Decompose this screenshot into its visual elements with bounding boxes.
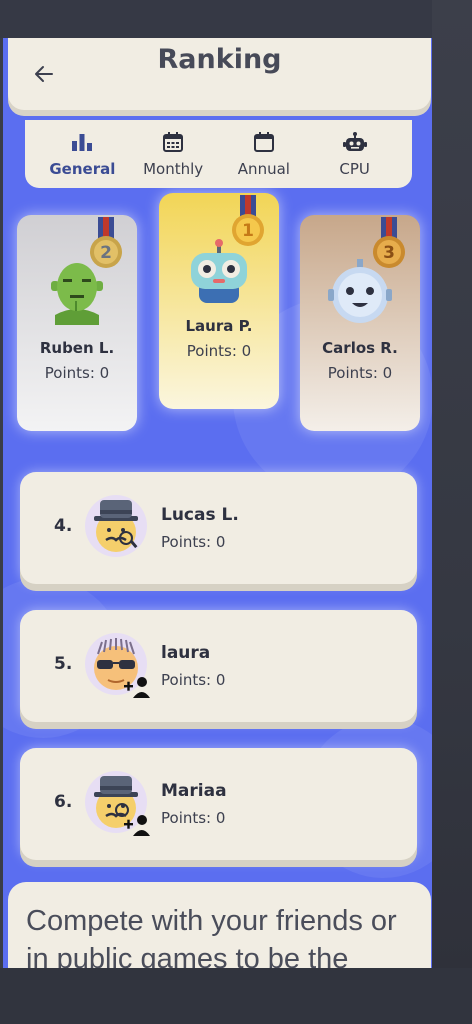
podium-card-first[interactable]: 1 Laura P. Points: 0 xyxy=(159,193,279,409)
add-friend-icon[interactable] xyxy=(124,676,150,698)
promo-text: Compete with your friends or in public g… xyxy=(26,905,397,968)
tab-label: CPU xyxy=(339,160,370,178)
player-points: Points: 0 xyxy=(186,342,252,360)
player-name: Lucas L. xyxy=(161,505,239,525)
add-friend-icon[interactable] xyxy=(124,814,150,836)
rank-number: 5. xyxy=(54,654,73,674)
player-name: Mariaa xyxy=(161,781,227,801)
background-panel xyxy=(432,0,472,1024)
ranking-row-4[interactable]: 4. Lucas L. Points: 0 xyxy=(20,472,417,584)
promo-caption: Compete with your friends or in public g… xyxy=(8,882,431,968)
player-name: Ruben L. xyxy=(39,339,115,357)
calendar-icon xyxy=(253,130,275,154)
bar-chart-icon xyxy=(71,130,93,154)
player-points: Points: 0 xyxy=(161,809,226,827)
ranking-screen: Ranking General Monthly Annual CPU 2 Rub… xyxy=(3,38,432,968)
status-area xyxy=(0,0,472,38)
player-points: Points: 0 xyxy=(161,671,226,689)
tab-general[interactable]: General xyxy=(42,130,122,178)
player-points: Points: 0 xyxy=(327,364,393,382)
tab-monthly[interactable]: Monthly xyxy=(133,130,213,178)
page-title: Ranking xyxy=(157,44,282,75)
tab-bar: General Monthly Annual CPU xyxy=(25,120,412,188)
robot-blue-avatar xyxy=(328,259,392,323)
player-name: Laura P. xyxy=(185,317,253,335)
bottom-area xyxy=(0,968,472,1024)
rank-number: 6. xyxy=(54,792,73,812)
tab-annual[interactable]: Annual xyxy=(224,130,304,178)
tab-label: Monthly xyxy=(143,160,204,178)
podium-card-second[interactable]: 2 Ruben L. Points: 0 xyxy=(17,215,137,431)
podium-card-third[interactable]: 3 Carlos R. Points: 0 xyxy=(300,215,420,431)
ranking-row-6[interactable]: 6. Mariaa Points: 0 xyxy=(20,748,417,860)
calendar-grid-icon xyxy=(162,130,184,154)
tab-label: Annual xyxy=(237,160,290,178)
player-name: laura xyxy=(161,643,211,663)
rank-number: 4. xyxy=(54,516,73,536)
player-points: Points: 0 xyxy=(44,364,110,382)
detective-avatar xyxy=(85,495,147,557)
player-points: Points: 0 xyxy=(161,533,226,551)
zombie-avatar xyxy=(51,263,103,325)
tab-label: General xyxy=(49,160,116,178)
robot-icon xyxy=(342,130,367,154)
player-name: Carlos R. xyxy=(322,339,398,357)
robot-avatar xyxy=(191,239,247,303)
tab-cpu[interactable]: CPU xyxy=(315,130,395,178)
ranking-row-5[interactable]: 5. laura Points: 0 xyxy=(20,610,417,722)
header-bar: Ranking xyxy=(8,38,431,110)
